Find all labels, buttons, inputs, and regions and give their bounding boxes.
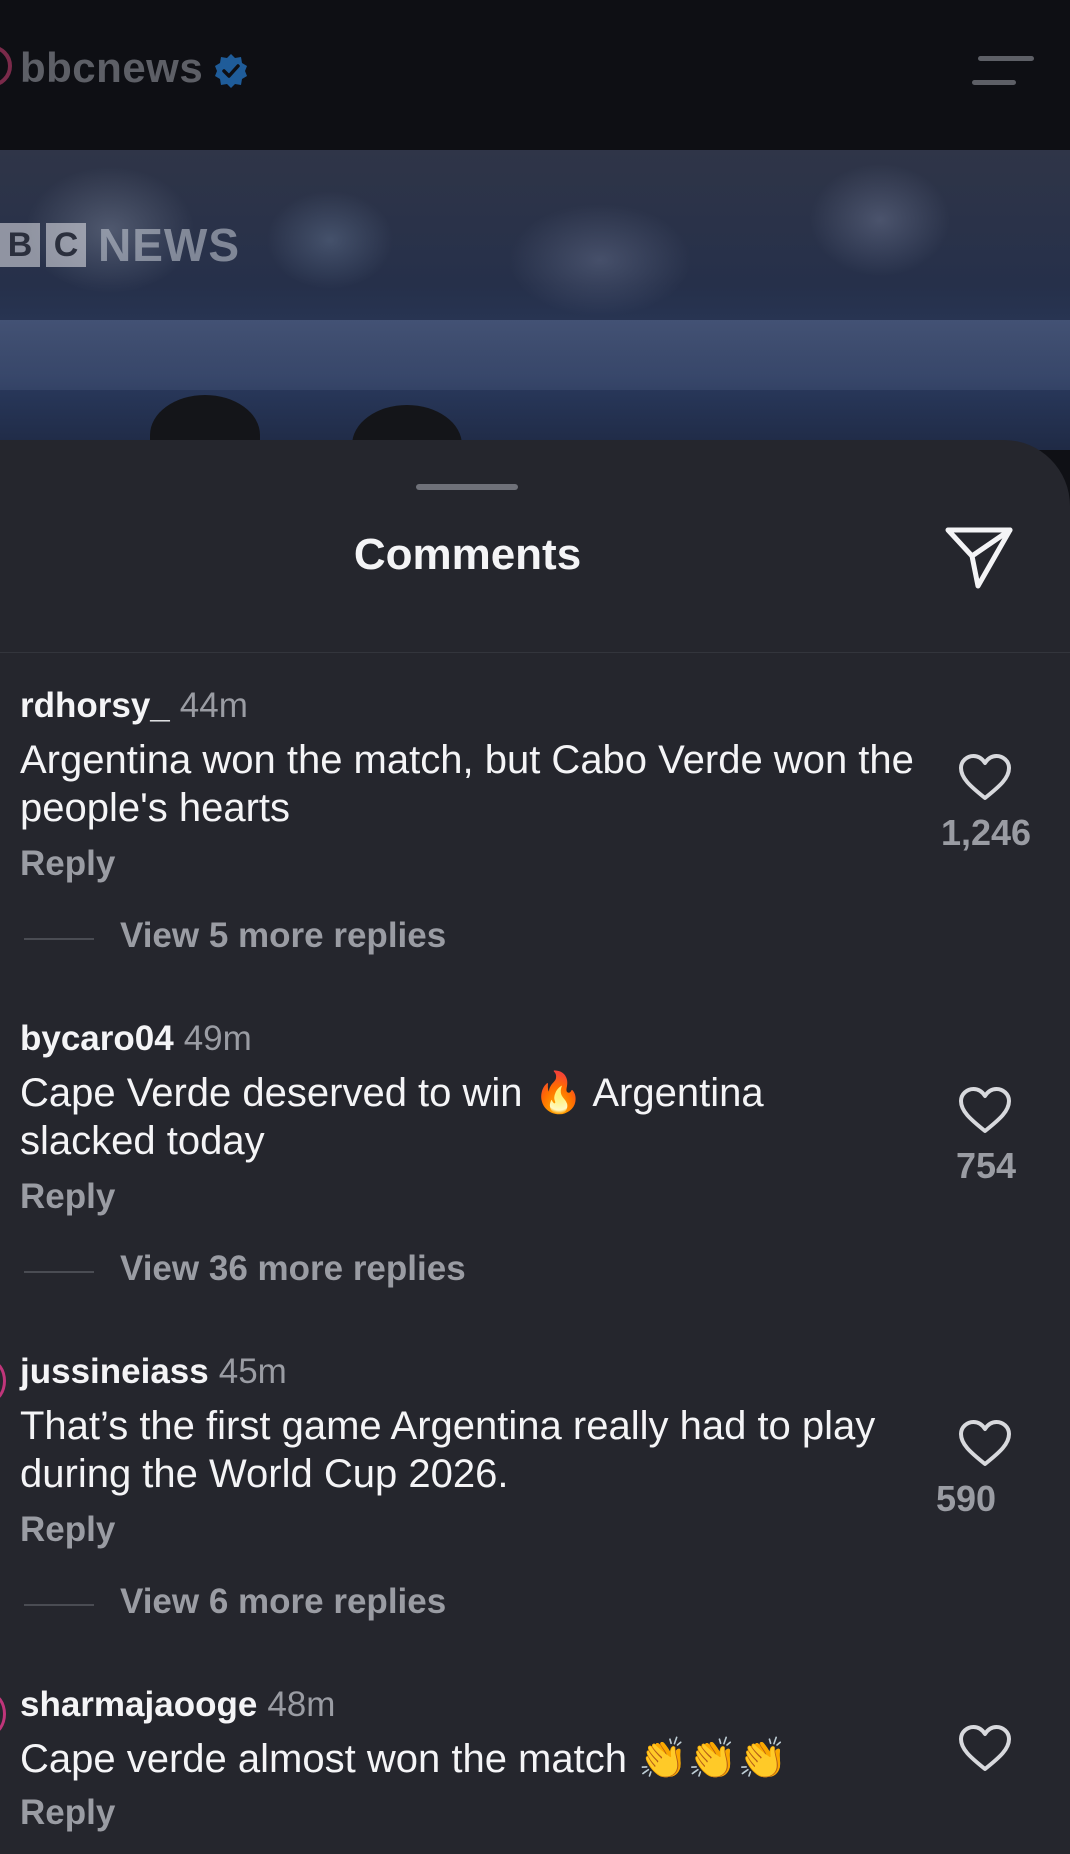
comment-time: 44m: [179, 686, 248, 725]
story-ring[interactable]: [0, 45, 12, 87]
account-name[interactable]: bbcnews: [20, 44, 203, 92]
replies-line: [24, 1604, 94, 1606]
comment-text: That’s the first game Argentina really h…: [20, 1404, 876, 1496]
heart-outline-icon[interactable]: [958, 1420, 1012, 1468]
comment-time: 45m: [218, 1352, 287, 1391]
heart-outline-icon[interactable]: [958, 1725, 1012, 1773]
profile-header: bbcnews: [0, 0, 1070, 150]
story-ring: [0, 1693, 6, 1735]
hamburger-menu-icon[interactable]: [972, 52, 1034, 90]
comment-time: 48m: [267, 1685, 336, 1724]
bbc-news-logo: B C NEWS: [0, 219, 240, 271]
comments-sheet: Comments rdhorsy_ 44m Argentina won the m…: [0, 440, 1070, 1854]
view-replies-button[interactable]: View 36 more replies: [120, 1249, 466, 1289]
comment-text: Cape verde almost won the match 👏👏👏: [20, 1737, 788, 1781]
story-ring: [0, 1360, 6, 1402]
post-image: B C NEWS: [0, 150, 1070, 485]
like-count: 754: [955, 1145, 1017, 1186]
replies-line: [24, 1271, 94, 1273]
sheet-title: Comments: [353, 530, 582, 579]
reply-button[interactable]: Reply: [20, 1177, 115, 1217]
heart-outline-icon[interactable]: [958, 754, 1012, 802]
like-count: 590: [935, 1478, 997, 1519]
view-replies-button[interactable]: View 5 more replies: [120, 916, 446, 956]
paper-plane-icon[interactable]: [944, 524, 1016, 592]
comment-username[interactable]: bycaro04: [20, 1019, 174, 1058]
replies-line: [24, 938, 94, 940]
view-replies-button[interactable]: View 6 more replies: [120, 1582, 446, 1622]
like-count: 1,246: [940, 812, 1032, 853]
reply-button[interactable]: Reply: [20, 1510, 115, 1550]
verified-badge-icon: [215, 54, 247, 88]
sheet-grabber[interactable]: [416, 484, 518, 490]
reply-button[interactable]: Reply: [20, 1793, 115, 1833]
heart-outline-icon[interactable]: [958, 1087, 1012, 1135]
comment-text: Cape Verde deserved to win 🔥 Argentina s…: [20, 1071, 764, 1163]
comment-time: 49m: [183, 1019, 252, 1058]
reply-button[interactable]: Reply: [20, 844, 115, 884]
comment-username[interactable]: sharmajaooge: [20, 1685, 257, 1724]
divider: [0, 652, 1070, 653]
comment-text: Argentina won the match, but Cabo Verde …: [20, 738, 914, 830]
comment-username[interactable]: rdhorsy_: [20, 686, 170, 725]
comment-username[interactable]: jussineiass: [20, 1352, 209, 1391]
